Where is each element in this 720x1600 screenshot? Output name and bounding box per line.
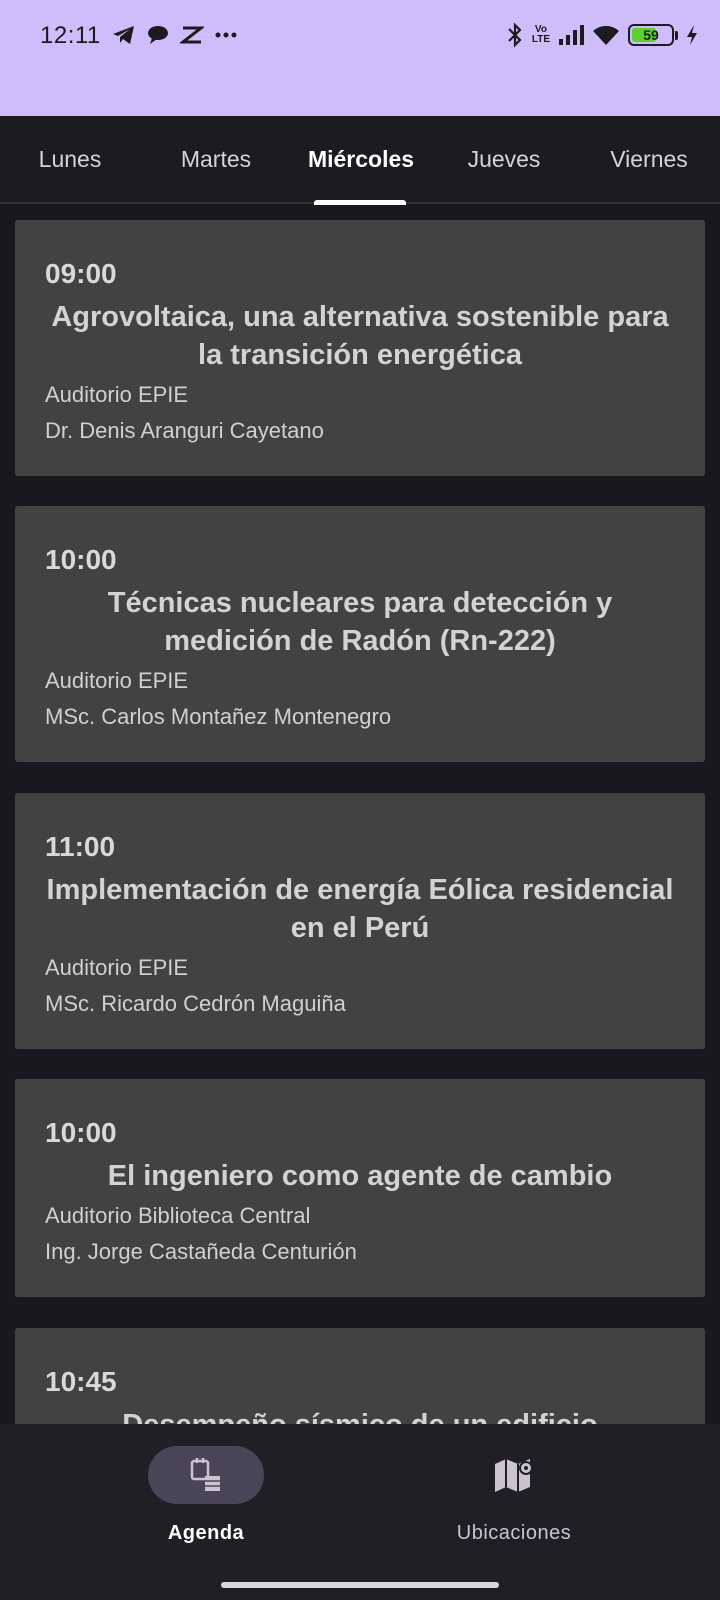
session-title: Desempeño sísmico de un edificio (45, 1406, 675, 1424)
telegram-icon (113, 26, 134, 44)
status-bar: 12:11 Vo LTE 59 (0, 0, 720, 116)
bottom-navigation: Agenda Ubicaciones (0, 1424, 720, 1600)
status-left-icons (112, 24, 238, 46)
session-room: Auditorio Biblioteca Central (45, 1203, 311, 1228)
home-indicator[interactable] (221, 1582, 499, 1588)
session-title: El ingeniero como agente de cambio (107, 1160, 613, 1192)
tab-viernes[interactable]: Viernes (578, 116, 720, 202)
session-card[interactable]: 10:45 Desempeño sísmico de un edificio (15, 1328, 705, 1424)
nav-label-ubicaciones: Ubicaciones (456, 1522, 572, 1544)
tab-jueves[interactable]: Jueves (432, 116, 576, 202)
battery-level: 59 (643, 27, 659, 43)
session-card[interactable]: 10:00 Técnicas nucleares para detección … (15, 506, 705, 762)
tab-martes[interactable]: Martes (142, 116, 290, 202)
wifi-icon (593, 25, 619, 45)
capcut-icon (180, 26, 204, 44)
map-icon (495, 1459, 533, 1492)
volte-icon: Vo LTE (531, 24, 550, 45)
session-time: 10:45 (45, 1366, 117, 1397)
session-time: 10:00 (45, 1117, 117, 1148)
chat-bubble-icon (148, 26, 168, 44)
status-right-icons: Vo LTE 59 (506, 22, 698, 48)
day-tabs: Lunes Martes Miércoles Jueves Viernes (0, 116, 720, 204)
nav-active-pill (148, 1446, 264, 1504)
battery-icon: 59 (628, 24, 678, 46)
tab-indicator (314, 200, 406, 205)
session-title: Técnicas nucleares para detección y medi… (107, 587, 613, 657)
session-speaker: MSc. Carlos Montañez Montenegro (45, 704, 392, 729)
more-dots-icon (215, 32, 237, 38)
battery-tip (675, 30, 678, 40)
session-speaker: MSc. Ricardo Cedrón Maguiña (45, 991, 346, 1016)
session-time: 11:00 (45, 831, 116, 862)
session-title: Implementación de energía Eólica residen… (46, 874, 674, 944)
battery-body: 59 (628, 24, 674, 46)
session-room: Auditorio EPIE (45, 382, 189, 407)
nav-item-agenda[interactable]: Agenda (106, 1444, 306, 1564)
session-room: Auditorio EPIE (45, 955, 189, 980)
tab-miercoles[interactable]: Miércoles (292, 116, 430, 202)
session-card[interactable]: 11:00 Implementación de energía Eólica r… (15, 793, 705, 1049)
session-card[interactable]: 09:00 Agrovoltaica, una alternativa sost… (15, 220, 705, 476)
tab-lunes[interactable]: Lunes (0, 116, 140, 202)
status-time: 12:11 (40, 22, 101, 49)
session-card[interactable]: 10:00 El ingeniero como agente de cambio… (15, 1079, 705, 1297)
nav-icon-wrap (456, 1446, 572, 1504)
session-room: Auditorio EPIE (45, 668, 189, 693)
bluetooth-icon (508, 22, 522, 48)
signal-icon (559, 25, 584, 45)
nav-label-agenda: Agenda (167, 1522, 245, 1544)
session-title: Agrovoltaica, una alternativa sostenible… (51, 301, 669, 371)
session-speaker: Dr. Denis Aranguri Cayetano (45, 418, 324, 443)
agenda-icon (190, 1458, 220, 1491)
session-list[interactable]: 09:00 Agrovoltaica, una alternativa sost… (0, 206, 720, 1424)
session-speaker: Ing. Jorge Castañeda Centurión (45, 1239, 357, 1264)
session-time: 09:00 (45, 258, 117, 289)
session-time: 10:00 (45, 544, 117, 575)
charging-icon (687, 25, 697, 45)
nav-item-ubicaciones[interactable]: Ubicaciones (414, 1444, 614, 1564)
